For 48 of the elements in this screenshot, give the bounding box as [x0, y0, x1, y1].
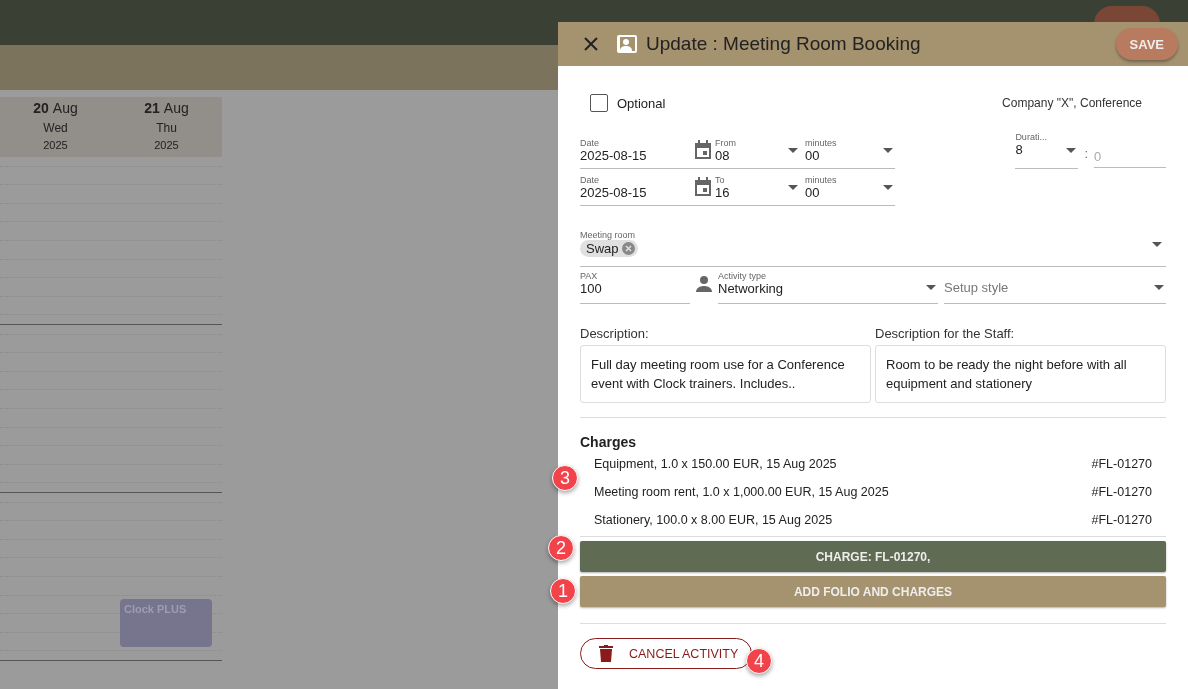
year-label: 2025 [43, 139, 68, 151]
weekday-label: Thu [156, 121, 177, 135]
activity-type-select[interactable]: Activity type Networking [718, 271, 938, 304]
calendar-icon[interactable] [694, 177, 712, 197]
pax-field[interactable]: PAX 100 [580, 271, 690, 304]
folio-number: #FL-01270 [1091, 513, 1152, 527]
folio-number: #FL-01270 [1091, 457, 1152, 471]
month-label: Aug [163, 100, 189, 116]
weekday-label: Wed [43, 121, 68, 135]
year-label: 2025 [154, 139, 179, 151]
description-field[interactable]: Full day meeting room use for a Conference event with Clock trainers. Includes.. [580, 345, 871, 403]
hour-select[interactable]: To 16 [715, 174, 800, 200]
description-label: Description for the Staff: [875, 326, 1016, 341]
hour-select[interactable]: From 08 [715, 137, 800, 163]
minutes-select[interactable]: minutes 00 [805, 137, 895, 163]
cancel-activity-button[interactable]: CANCEL ACTIVITY [580, 638, 753, 669]
callout-marker: 3 [552, 465, 578, 491]
charge-description: Stationery, 100.0 x 8.00 EUR, 15 Aug 2025 [594, 513, 833, 527]
month-label: Aug [52, 100, 78, 116]
trash-icon [599, 645, 613, 662]
date-field[interactable]: Date 2025-08-15 [580, 137, 694, 163]
presentation-icon [616, 34, 638, 54]
charge-description: Meeting room rent, 1.0 x 1,000.00 EUR, 15 Aug 2025 [594, 485, 889, 499]
setup-style-select[interactable]: Setup style [944, 271, 1166, 304]
day-number: 21 [144, 100, 160, 116]
callout-marker: 1 [550, 578, 576, 604]
person-icon [696, 276, 712, 292]
callout-marker: 4 [746, 648, 772, 674]
minutes-select[interactable]: minutes 00 [805, 174, 895, 200]
date-field[interactable]: Date 2025-08-15 [580, 174, 694, 200]
optional-checkbox[interactable] [590, 94, 608, 112]
day-number: 20 [33, 100, 49, 116]
calendar-icon[interactable] [694, 140, 712, 160]
duration-select[interactable]: Durati... 8 [1015, 132, 1079, 169]
dialog-title: Update : Meeting Room Booking [646, 33, 922, 55]
company-label: Company "X", Conference [1002, 96, 1142, 110]
folio-number: #FL-01270 [1091, 485, 1152, 499]
description-label: Description: [580, 326, 650, 341]
separator: : [1084, 146, 1088, 161]
charge-description: Equipment, 1.0 x 150.00 EUR, 15 Aug 2025 [594, 457, 837, 471]
callout-marker: 2 [548, 535, 574, 561]
charges-heading: Charges [580, 434, 638, 450]
optional-label: Optional [617, 95, 666, 111]
remove-icon[interactable] [621, 242, 635, 255]
close-icon[interactable] [584, 37, 598, 51]
description-field[interactable]: Room to be ready the night before with all equipment and stationery [875, 345, 1166, 403]
meeting-room-select[interactable]: Meeting room Swap [580, 230, 1166, 267]
charge-button[interactable]: CHARGE: FL-01270, [580, 541, 1166, 572]
